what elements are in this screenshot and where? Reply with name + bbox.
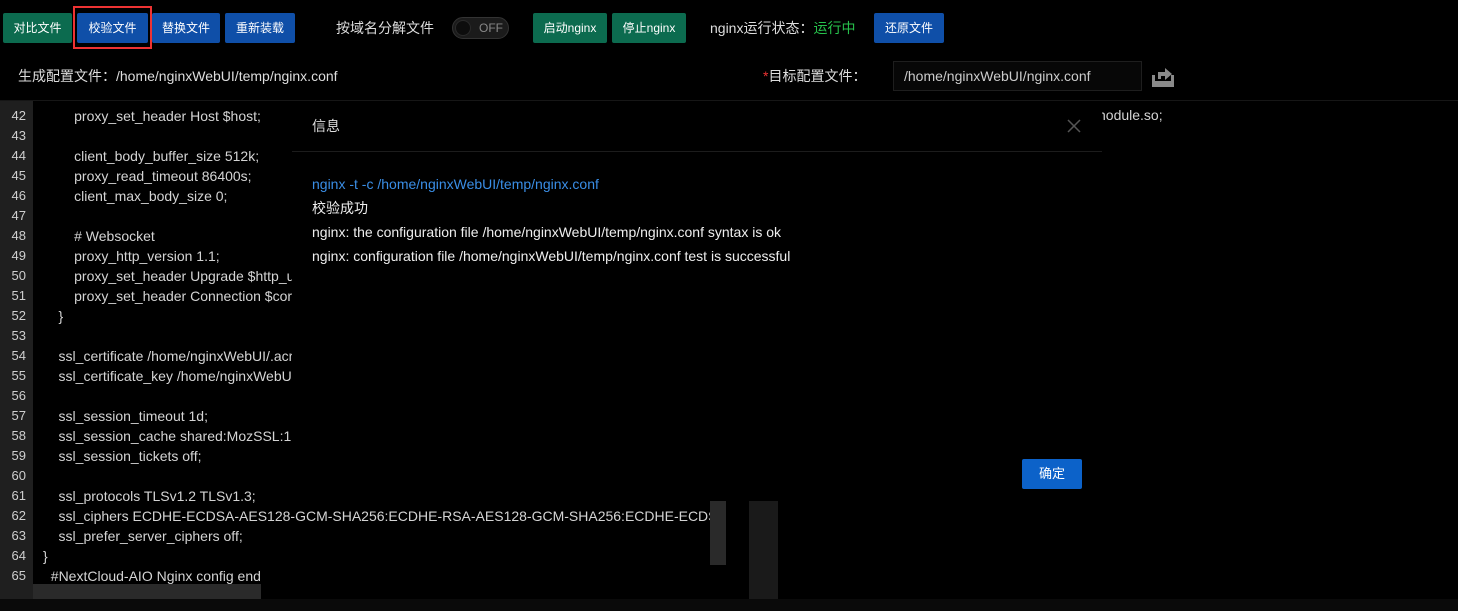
line-number: 43 — [11, 128, 26, 143]
output-line: nginx: configuration file /home/nginxWeb… — [312, 248, 791, 264]
vertical-scrollbar[interactable] — [710, 501, 726, 565]
code-text: ssl_certificate /home/nginxWebUI/.acr — [43, 348, 294, 364]
horizontal-scrollbar[interactable] — [33, 584, 261, 599]
toolbar: 对比文件 校验文件 替换文件 重新装载 按域名分解文件 OFF 启动nginx … — [0, 0, 1458, 56]
replace-file-button[interactable]: 替换文件 — [152, 13, 220, 43]
result-text: 校验成功 — [312, 200, 368, 216]
code-text: ssl_ciphers ECDHE-ECDSA-AES128-GCM-SHA25… — [43, 508, 718, 524]
line-number: 51 — [11, 288, 26, 303]
code-text: } — [43, 548, 48, 564]
switch-knob — [455, 20, 471, 36]
line-number: 55 — [11, 368, 26, 383]
line-number: 42 — [11, 108, 26, 123]
line-number: 45 — [11, 168, 26, 183]
line-number: 50 — [11, 268, 26, 283]
code-text: proxy_set_header Upgrade $http_u — [43, 268, 295, 284]
generated-config-label: 生成配置文件： — [18, 68, 116, 84]
line-number: 49 — [11, 248, 26, 263]
code-line: 63 ssl_prefer_server_ciphers off; — [0, 526, 728, 546]
generated-config-path: 生成配置文件：/home/nginxWebUI/temp/nginx.conf — [18, 56, 338, 96]
line-number: 48 — [11, 228, 26, 243]
bottom-strip — [0, 599, 1458, 611]
split-by-domain-switch[interactable]: OFF — [452, 17, 509, 39]
dialog-divider — [292, 151, 1102, 152]
code-text: client_max_body_size 0; — [43, 188, 228, 204]
nginx-status-value: 运行中 — [813, 20, 856, 36]
code-text: #NextCloud-AIO Nginx config end — [43, 568, 261, 584]
code-text: proxy_http_version 1.1; — [43, 248, 220, 264]
split-by-domain-label: 按域名分解文件 — [336, 20, 434, 36]
dialog-title: 信息 — [312, 118, 340, 134]
line-number: 53 — [11, 328, 26, 343]
app-root: 对比文件 校验文件 替换文件 重新装载 按域名分解文件 OFF 启动nginx … — [0, 0, 1458, 611]
output-line: nginx: the configuration file /home/ngin… — [312, 224, 781, 240]
line-number: 54 — [11, 348, 26, 363]
stop-nginx-button[interactable]: 停止nginx — [612, 13, 686, 43]
code-text: client_body_buffer_size 512k; — [43, 148, 260, 164]
target-config-label: *目标配置文件： — [763, 56, 866, 96]
line-number: 64 — [11, 548, 26, 563]
line-number: 63 — [11, 528, 26, 543]
code-text: # Websocket — [43, 228, 155, 244]
line-number: 62 — [11, 508, 26, 523]
code-text: proxy_read_timeout 86400s; — [43, 168, 252, 184]
code-text: ssl_prefer_server_ciphers off; — [43, 528, 243, 544]
code-text: ssl_session_timeout 1d; — [43, 408, 208, 424]
highlight-box — [73, 6, 152, 49]
line-number: 56 — [11, 388, 26, 403]
right-gutter-lower — [749, 501, 778, 599]
line-number: 60 — [11, 468, 26, 483]
close-icon[interactable] — [1065, 117, 1083, 135]
line-number: 47 — [11, 208, 26, 223]
info-dialog: 信息 nginx -t -c /home/nginxWebUI/temp/ngi… — [292, 101, 1102, 501]
compare-file-button[interactable]: 对比文件 — [3, 13, 72, 43]
line-number: 52 — [11, 308, 26, 323]
command-text: nginx -t -c /home/nginxWebUI/temp/nginx.… — [312, 176, 599, 192]
nginx-status-label: nginx运行状态： — [710, 20, 814, 36]
path-row: 生成配置文件：/home/nginxWebUI/temp/nginx.conf … — [0, 56, 1458, 100]
generated-config-value: /home/nginxWebUI/temp/nginx.conf — [116, 68, 338, 84]
nginx-status: nginx运行状态：运行中 — [710, 13, 855, 43]
target-config-input[interactable]: /home/nginxWebUI/nginx.conf — [893, 61, 1142, 91]
code-text: ssl_session_cache shared:MozSSL:1 — [43, 428, 292, 444]
code-line: 65 #NextCloud-AIO Nginx config end — [0, 566, 728, 586]
code-text: proxy_set_header Host $host; — [43, 108, 261, 124]
code-text: } — [43, 308, 64, 324]
line-number: 61 — [11, 488, 26, 503]
switch-state-text: OFF — [479, 21, 503, 35]
target-config-label-text: 目标配置文件： — [768, 68, 867, 84]
line-number: 44 — [11, 148, 26, 163]
confirm-button[interactable]: 确定 — [1022, 459, 1082, 489]
code-text: ssl_session_tickets off; — [43, 448, 202, 464]
code-line: 62 ssl_ciphers ECDHE-ECDSA-AES128-GCM-SH… — [0, 506, 728, 526]
dialog-body: nginx -t -c /home/nginxWebUI/temp/nginx.… — [312, 172, 790, 268]
line-number: 59 — [11, 448, 26, 463]
line-number: 58 — [11, 428, 26, 443]
code-text: ssl_certificate_key /home/nginxWebU — [43, 368, 292, 384]
line-number: 65 — [11, 568, 26, 583]
line-number: 57 — [11, 408, 26, 423]
code-text: ssl_protocols TLSv1.2 TLSv1.3; — [43, 488, 256, 504]
start-nginx-button[interactable]: 启动nginx — [533, 13, 607, 43]
restore-file-button[interactable]: 还原文件 — [874, 13, 944, 43]
target-config-text: nodule.so; — [1098, 107, 1163, 123]
code-text: proxy_set_header Connection $cor — [43, 288, 293, 304]
line-number: 46 — [11, 188, 26, 203]
code-line: 64} — [0, 546, 728, 566]
reload-button[interactable]: 重新装载 — [225, 13, 295, 43]
upload-icon[interactable] — [1149, 62, 1177, 90]
